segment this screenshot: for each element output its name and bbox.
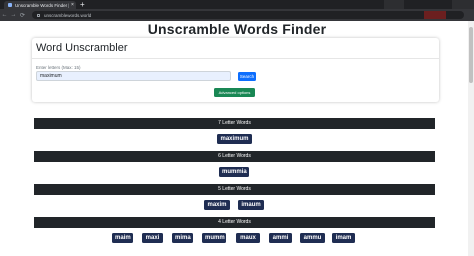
section-body-5: maxim imaum bbox=[34, 195, 435, 216]
word-chip[interactable]: mummia bbox=[219, 167, 249, 177]
tab-title: Unscramble Words Finder | Wor bbox=[15, 2, 69, 8]
search-button[interactable]: Search bbox=[238, 72, 256, 81]
extension-area bbox=[424, 11, 446, 19]
word-chip[interactable]: maxim bbox=[204, 200, 230, 210]
card-title: Word Unscrambler bbox=[36, 42, 128, 54]
section-header-7: 7 Letter Words bbox=[34, 118, 435, 129]
scrollbar[interactable] bbox=[468, 21, 474, 256]
address-bar[interactable]: unscramblewords.world bbox=[32, 11, 464, 19]
section-header-6: 6 Letter Words bbox=[34, 151, 435, 162]
word-chip[interactable]: maxi bbox=[142, 233, 163, 243]
unscrambler-card: Word Unscrambler Enter letters (Max: 15)… bbox=[32, 38, 439, 102]
window-control[interactable] bbox=[384, 0, 404, 9]
forward-icon[interactable]: → bbox=[9, 12, 18, 18]
section-header-4: 4 Letter Words bbox=[34, 217, 435, 228]
word-chip[interactable]: maximum bbox=[217, 134, 252, 144]
favicon-icon bbox=[8, 3, 12, 7]
window-control[interactable] bbox=[452, 0, 474, 9]
reload-icon[interactable]: ⟳ bbox=[18, 12, 27, 19]
scrollbar-thumb[interactable] bbox=[469, 27, 473, 83]
section-body-7: maximum bbox=[34, 129, 435, 150]
letters-input[interactable] bbox=[36, 71, 231, 81]
browser-toolbar: ← → ⟳ unscramblewords.world bbox=[0, 9, 474, 21]
page-title: Unscramble Words Finder bbox=[147, 21, 327, 37]
word-chip[interactable]: ammu bbox=[300, 233, 325, 243]
section-header-5: 5 Letter Words bbox=[34, 184, 435, 195]
word-chip[interactable]: imaum bbox=[238, 200, 264, 210]
close-tab-icon[interactable]: × bbox=[71, 2, 74, 8]
word-chip[interactable]: maux bbox=[236, 233, 260, 243]
lock-icon bbox=[37, 13, 40, 17]
new-tab-button[interactable]: + bbox=[80, 0, 85, 9]
word-chip[interactable]: mima bbox=[172, 233, 193, 243]
word-chip[interactable]: ammi bbox=[269, 233, 292, 243]
page: Unscramble Words Finder Word Unscrambler… bbox=[0, 21, 474, 256]
section-body-4: maim maxi mima mumm maux ammi ammu imam bbox=[34, 228, 435, 249]
advanced-options-button[interactable]: Advanced options bbox=[214, 88, 255, 97]
input-label: Enter letters (Max: 15) bbox=[36, 65, 81, 70]
word-chip[interactable]: maim bbox=[112, 233, 133, 243]
browser-tab[interactable]: Unscramble Words Finder | Wor × bbox=[4, 1, 76, 9]
word-chip[interactable]: imam bbox=[332, 233, 355, 243]
card-divider bbox=[32, 58, 439, 59]
section-body-6: mummia bbox=[34, 162, 435, 183]
browser-tab-strip: Unscramble Words Finder | Wor × + bbox=[0, 0, 474, 9]
back-icon[interactable]: ← bbox=[0, 12, 9, 18]
word-chip[interactable]: mumm bbox=[202, 233, 226, 243]
url-text: unscramblewords.world bbox=[44, 12, 92, 18]
